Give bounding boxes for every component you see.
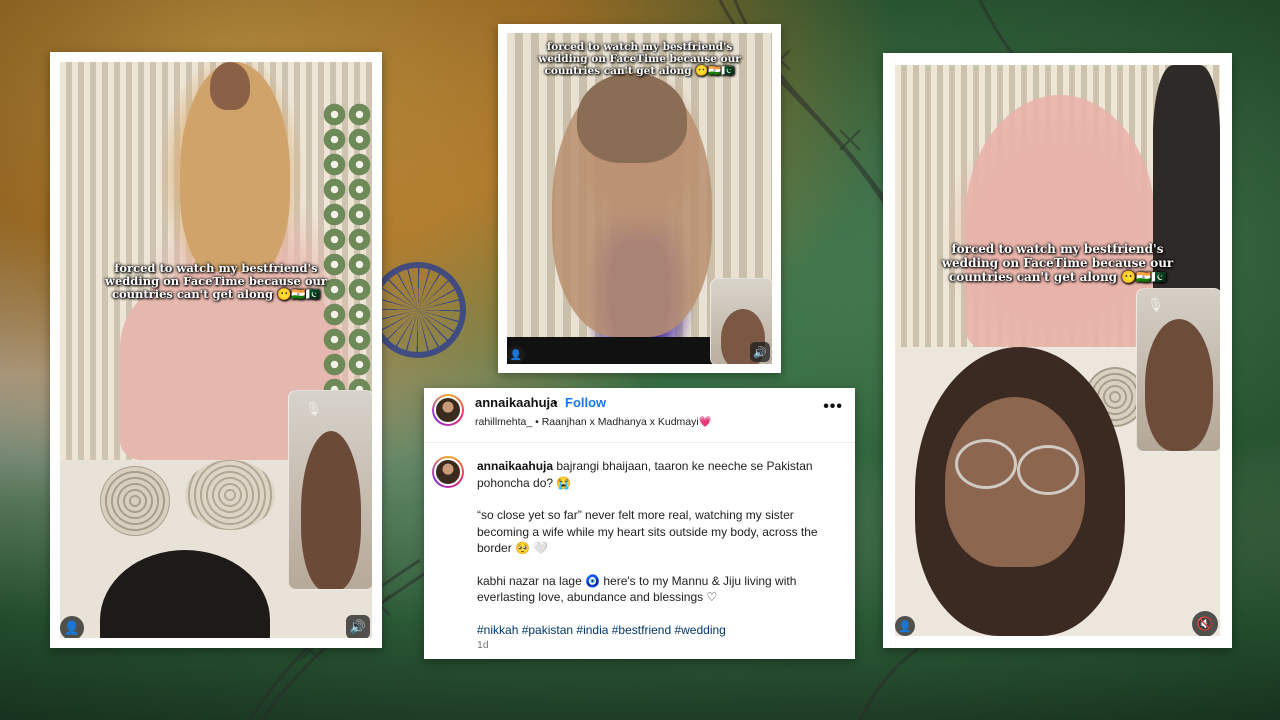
caption-line-3: countries can't get along 😶🇮🇳🇵🇰 — [111, 287, 321, 302]
caption-line-3: countries can't get along 😶🇮🇳🇵🇰 — [544, 65, 735, 78]
woven-wall-decor-2 — [185, 460, 275, 530]
pip-person-right — [1145, 319, 1213, 451]
hashtags[interactable]: #nikkah #pakistan #india #bestfriend #we… — [477, 622, 842, 639]
caption-line-2: wedding on FaceTime because our — [941, 255, 1174, 270]
speaker-icon[interactable]: 🔊 — [750, 342, 770, 362]
mic-off-icon: 🎙 — [305, 401, 322, 416]
author-username[interactable]: annaikaahuja — [475, 395, 557, 410]
glasses-right — [1017, 445, 1079, 495]
speaker-icon[interactable]: 🔊 — [346, 615, 370, 638]
profile-icon[interactable]: 👤 — [895, 616, 915, 636]
veil-shape — [965, 95, 1155, 347]
caption-line-2: wedding on FaceTime because our — [538, 53, 741, 66]
pip-window-left: 🎙 — [288, 390, 372, 590]
post-timestamp: 1d — [477, 639, 489, 651]
profile-icon[interactable]: 👤 — [60, 616, 84, 638]
video-content-right: forced to watch my bestfriend's wedding … — [895, 65, 1220, 636]
post-subtitle[interactable]: rahillmehta_ • Raanjhan x Madhanya x Kud… — [475, 415, 712, 428]
post-header: annaikaahuja • Follow rahillmehta_ • Raa… — [424, 388, 855, 443]
ashoka-chakra-graphic — [370, 262, 466, 358]
caption-paragraph-3: kabhi nazar na lage 🧿 here's to my Mannu… — [477, 573, 797, 605]
caption-paragraph-2: “so close yet so far” never felt more re… — [477, 508, 818, 555]
separator-dot: • — [553, 395, 558, 410]
pip-window-right: 🎙 — [1136, 288, 1220, 452]
video-content-left: forced to watch my bestfriend's wedding … — [60, 62, 372, 638]
caption-line-1: forced to watch my bestfriend's — [546, 41, 733, 53]
more-options-icon[interactable]: ••• — [823, 398, 843, 416]
flower-decoration — [322, 102, 372, 402]
instagram-post-card: annaikaahuja • Follow rahillmehta_ • Raa… — [424, 388, 855, 659]
video-frame-left: forced to watch my bestfriend's wedding … — [50, 52, 382, 648]
mute-icon[interactable]: 🔇 — [1192, 611, 1218, 636]
caption-paragraph-1: annaikaahuja bajrangi bhaijaan, taaron k… — [477, 458, 842, 491]
mic-off-icon: 🎙 — [1147, 297, 1164, 312]
video-caption-left: forced to watch my bestfriend's wedding … — [60, 261, 372, 302]
caption-line-1: forced to watch my bestfriend's — [951, 242, 1164, 256]
video-caption-right: forced to watch my bestfriend's wedding … — [895, 242, 1220, 284]
profile-icon[interactable]: 👤 — [507, 346, 525, 364]
groom-head — [210, 62, 250, 110]
video-frame-right: forced to watch my bestfriend's wedding … — [883, 53, 1232, 648]
video-caption-center: forced to watch my bestfriend's wedding … — [507, 41, 772, 77]
follow-button[interactable]: Follow — [565, 395, 606, 410]
bride-hair — [577, 73, 687, 163]
author-avatar[interactable] — [432, 394, 464, 426]
caption-line-3: countries can't get along 😶🇮🇳🇵🇰 — [948, 269, 1167, 284]
pip-person-left — [301, 431, 361, 589]
viewer-head — [100, 550, 270, 638]
woven-wall-decor — [100, 466, 170, 536]
comment-avatar[interactable] — [432, 456, 464, 488]
video-frame-center: forced to watch my bestfriend's wedding … — [498, 24, 781, 373]
caption-username[interactable]: annaikaahuja — [477, 459, 553, 473]
video-content-center: forced to watch my bestfriend's wedding … — [507, 33, 772, 364]
glasses-left — [955, 439, 1017, 489]
post-caption: annaikaahuja bajrangi bhaijaan, taaron k… — [477, 458, 842, 654]
